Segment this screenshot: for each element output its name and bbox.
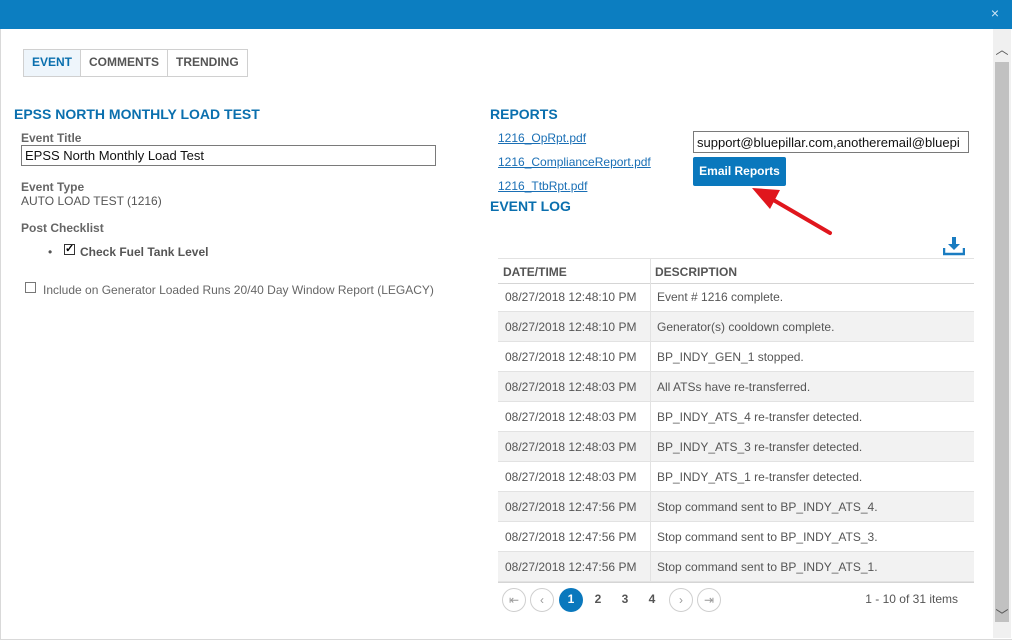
fuel-tank-label: Check Fuel Tank Level <box>80 245 209 259</box>
row-datetime: 08/27/2018 12:48:03 PM <box>505 380 637 394</box>
scrollbar-thumb[interactable] <box>995 62 1009 622</box>
table-row: 08/27/2018 12:48:03 PM BP_INDY_ATS_4 re-t… <box>498 402 974 432</box>
event-log-pager: ⇤ ‹ 1 2 3 4 › ⇥ 1 - 10 of 31 items <box>498 582 974 617</box>
event-type-value: AUTO LOAD TEST (1216) <box>21 194 162 208</box>
checklist-bullet: • <box>48 245 53 259</box>
event-section-title: EPSS NORTH MONTHLY LOAD TEST <box>14 106 260 122</box>
row-datetime: 08/27/2018 12:47:56 PM <box>505 530 637 544</box>
report-link-ttbrpt[interactable]: 1216_TtbRpt.pdf <box>498 179 587 193</box>
close-icon[interactable]: × <box>988 6 1002 20</box>
row-description: BP_INDY_GEN_1 stopped. <box>657 350 804 364</box>
table-row: 08/27/2018 12:48:10 PM BP_INDY_GEN_1 stop… <box>498 342 974 372</box>
report-link-oprpt[interactable]: 1216_OpRpt.pdf <box>498 131 586 145</box>
page-button-3[interactable]: 3 <box>613 588 637 612</box>
first-page-icon[interactable]: ⇤ <box>502 588 526 612</box>
row-datetime: 08/27/2018 12:48:03 PM <box>505 470 637 484</box>
email-reports-button[interactable]: Email Reports <box>693 157 786 186</box>
column-header-datetime[interactable]: DATE/TIME <box>503 259 567 283</box>
tab-bar: EVENT COMMENTS TRENDING <box>23 49 248 77</box>
next-page-icon[interactable]: › <box>669 588 693 612</box>
reports-section-title: REPORTS <box>490 106 558 122</box>
scroll-up-icon[interactable]: ︿ <box>993 41 1011 59</box>
event-type-label: Event Type <box>21 180 85 194</box>
row-datetime: 08/27/2018 12:47:56 PM <box>505 500 637 514</box>
header-divider <box>650 259 651 283</box>
table-row: 08/27/2018 12:48:10 PM Generator(s) coold… <box>498 312 974 342</box>
page-button-4[interactable]: 4 <box>640 588 664 612</box>
prev-page-icon[interactable]: ‹ <box>530 588 554 612</box>
email-recipients-input[interactable] <box>693 131 969 153</box>
row-description: BP_INDY_ATS_4 re-transfer detected. <box>657 410 863 424</box>
table-row: 08/27/2018 12:48:10 PM Event # 1216 compl… <box>498 282 974 312</box>
event-title-label: Event Title <box>21 131 82 145</box>
vertical-scrollbar[interactable]: ︿ ﹀ <box>993 29 1011 638</box>
tab-trending[interactable]: TRENDING <box>167 50 247 76</box>
row-datetime: 08/27/2018 12:47:56 PM <box>505 560 637 574</box>
table-row: 08/27/2018 12:47:56 PM Stop command sent … <box>498 492 974 522</box>
table-row: 08/27/2018 12:47:56 PM Stop command sent … <box>498 522 974 552</box>
row-datetime: 08/27/2018 12:48:10 PM <box>505 290 637 304</box>
fuel-tank-checkbox[interactable]: ✓ <box>64 244 75 255</box>
include-report-label: Include on Generator Loaded Runs 20/40 D… <box>43 283 434 297</box>
page-button-2[interactable]: 2 <box>586 588 610 612</box>
tab-comments[interactable]: COMMENTS <box>80 50 168 76</box>
row-description: BP_INDY_ATS_3 re-transfer detected. <box>657 440 863 454</box>
table-row: 08/27/2018 12:48:03 PM BP_INDY_ATS_1 re-t… <box>498 462 974 492</box>
row-description: Stop command sent to BP_INDY_ATS_3. <box>657 530 878 544</box>
row-datetime: 08/27/2018 12:48:10 PM <box>505 320 637 334</box>
event-log-header: DATE/TIME DESCRIPTION <box>498 258 974 284</box>
row-datetime: 08/27/2018 12:48:03 PM <box>505 440 637 454</box>
post-checklist-label: Post Checklist <box>21 221 104 235</box>
row-description: Event # 1216 complete. <box>657 290 784 304</box>
row-datetime: 08/27/2018 12:48:10 PM <box>505 350 637 364</box>
row-description: BP_INDY_ATS_1 re-transfer detected. <box>657 470 863 484</box>
tab-event[interactable]: EVENT <box>24 50 81 76</box>
table-row: 08/27/2018 12:48:03 PM BP_INDY_ATS_3 re-t… <box>498 432 974 462</box>
column-header-description[interactable]: DESCRIPTION <box>655 259 737 283</box>
row-description: All ATSs have re-transferred. <box>657 380 811 394</box>
include-report-checkbox[interactable] <box>25 282 36 293</box>
row-description: Stop command sent to BP_INDY_ATS_4. <box>657 500 878 514</box>
last-page-icon[interactable]: ⇥ <box>697 588 721 612</box>
scroll-down-icon[interactable]: ﹀ <box>993 607 1011 625</box>
row-description: Generator(s) cooldown complete. <box>657 320 835 334</box>
pager-info: 1 - 10 of 31 items <box>865 592 958 606</box>
row-datetime: 08/27/2018 12:48:03 PM <box>505 410 637 424</box>
row-description: Stop command sent to BP_INDY_ATS_1. <box>657 560 878 574</box>
page-button-1[interactable]: 1 <box>559 588 583 612</box>
event-title-input[interactable] <box>21 145 436 166</box>
download-icon[interactable] <box>943 236 965 256</box>
table-row: 08/27/2018 12:47:56 PM Stop command sent … <box>498 552 974 582</box>
table-row: 08/27/2018 12:48:03 PM All ATSs have re-t… <box>498 372 974 402</box>
dialog-title-bar: × <box>0 0 1012 29</box>
report-link-compliance[interactable]: 1216_ComplianceReport.pdf <box>498 155 651 169</box>
event-log-section-title: EVENT LOG <box>490 198 571 214</box>
